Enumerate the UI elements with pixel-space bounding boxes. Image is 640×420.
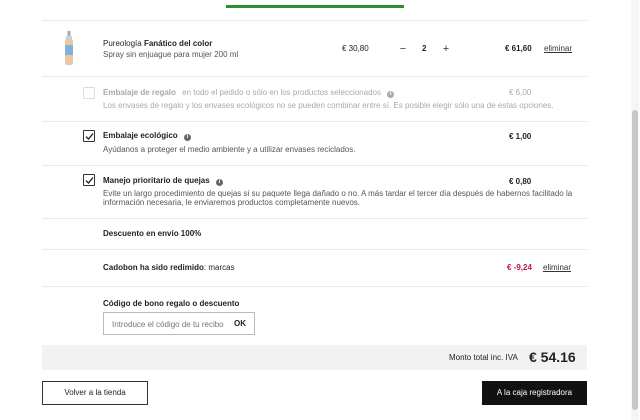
scrollbar-thumb[interactable] <box>632 110 638 410</box>
remove-item-link[interactable]: eliminar <box>544 44 572 53</box>
cadobon-label-rest: : marcas <box>203 263 235 272</box>
unit-price: € 30,80 <box>342 44 369 53</box>
priority-complaints-checkbox[interactable] <box>83 174 95 186</box>
scrollbar[interactable] <box>631 0 639 420</box>
priority-complaints-description-line2: información necesaria, le enviaremos pro… <box>103 198 361 207</box>
coupon-ok-button[interactable]: OK <box>234 319 246 328</box>
gift-wrap-price: € 6,00 <box>509 88 532 97</box>
eco-pack-description: Ayúdanos a proteger el medio ambiente y … <box>103 145 356 154</box>
product-title[interactable]: Pureología Fanático del color <box>103 39 212 48</box>
info-icon[interactable]: i <box>215 179 223 186</box>
eco-pack-option: Embalaje ecológico i € 1,00 Ayúdanos a p… <box>42 122 587 166</box>
gift-wrap-note: en todo el pedido o sólo en los producto… <box>182 88 381 97</box>
priority-complaints-description-line1: Evite un largo procedimiento de quejas s… <box>103 189 573 198</box>
gift-wrap-label: Embalaje de regalo en todo el pedido o s… <box>103 88 395 98</box>
quantity-value: 2 <box>422 44 427 53</box>
gift-wrap-checkbox[interactable] <box>83 87 95 99</box>
cadobon-label: Cadobon ha sido redimido: marcas <box>103 263 235 272</box>
quantity-increment-button[interactable]: + <box>439 42 453 56</box>
shipping-discount-label: Descuento en envío 100% <box>103 229 202 238</box>
quantity-decrement-button[interactable]: − <box>396 42 410 56</box>
cadobon-label-bold: Cadobon ha sido redimido <box>103 263 204 272</box>
checkmark-icon <box>85 177 94 184</box>
product-brand: Pureología <box>103 39 142 48</box>
total-bar: Monto total inc. IVA € 54.16 <box>42 345 587 370</box>
gift-wrap-description: Los envases de regalo y los envases ecol… <box>103 101 554 110</box>
product-image[interactable] <box>63 31 75 65</box>
eco-pack-checkbox[interactable] <box>83 130 95 142</box>
product-name: Fanático del color <box>143 39 213 48</box>
remove-cadobon-link[interactable]: eliminar <box>543 263 571 272</box>
cadobon-row: Cadobon ha sido redimido: marcas € -9,24… <box>42 250 587 287</box>
priority-complaints-option: Manejo prioritario de quejas i € 0,80 Ev… <box>42 166 587 219</box>
product-description: Spray sin enjuague para mujer 200 ml <box>103 50 239 59</box>
checkout-button[interactable]: A la caja registradora <box>482 381 587 405</box>
eco-pack-title: Embalaje ecológico <box>103 131 178 140</box>
checkmark-icon <box>85 133 94 140</box>
item-total: € 61,60 <box>505 44 532 53</box>
info-icon[interactable]: i <box>183 134 191 141</box>
coupon-input[interactable] <box>112 318 224 330</box>
cart-item-row: Pureología Fanático del color Spray sin … <box>42 20 587 77</box>
gift-wrap-title: Embalaje de regalo <box>103 88 176 97</box>
priority-complaints-label: Manejo prioritario de quejas i <box>103 176 223 186</box>
eco-pack-label: Embalaje ecológico i <box>103 131 191 141</box>
coupon-title: Código de bono regalo o descuento <box>103 299 240 308</box>
coupon-form: OK <box>103 312 255 335</box>
total-label: Monto total inc. IVA <box>449 353 518 362</box>
info-icon[interactable]: i <box>387 91 395 98</box>
progress-indicator <box>226 5 404 8</box>
shipping-discount-row: Descuento en envío 100% <box>42 219 587 250</box>
cadobon-value: € -9,24 <box>507 263 532 272</box>
eco-pack-price: € 1,00 <box>509 132 532 141</box>
gift-wrap-option: Embalaje de regalo en todo el pedido o s… <box>42 77 587 122</box>
priority-complaints-title: Manejo prioritario de quejas <box>103 176 210 185</box>
priority-complaints-price: € 0,80 <box>509 177 532 186</box>
back-to-shop-button[interactable]: Volver a la tienda <box>42 381 148 405</box>
total-value: € 54.16 <box>529 349 576 365</box>
